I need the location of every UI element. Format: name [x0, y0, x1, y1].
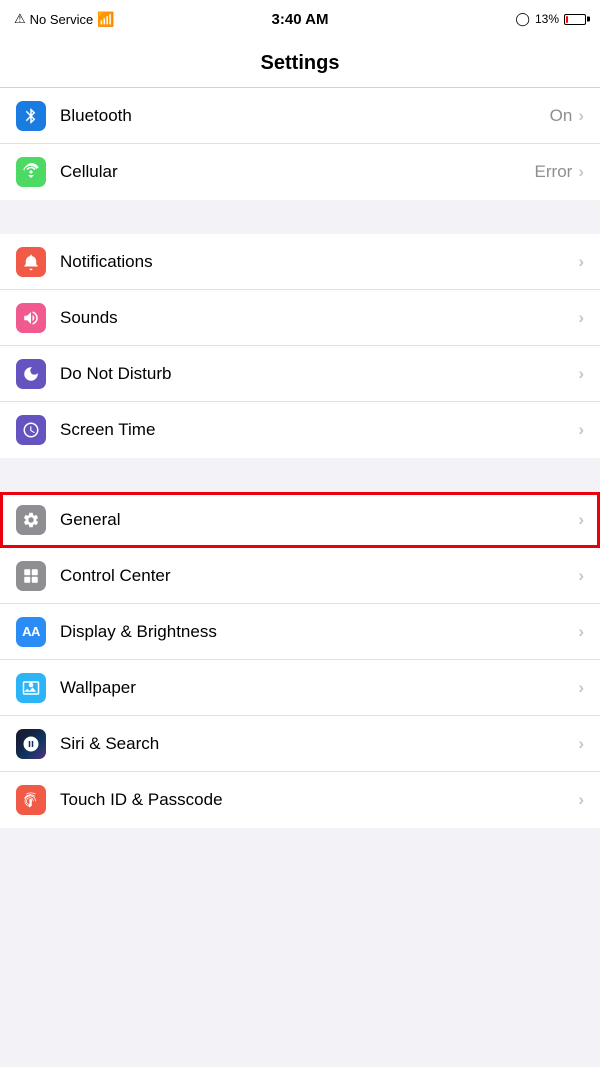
siri-label: Siri & Search [60, 734, 578, 754]
bluetooth-icon [22, 107, 40, 125]
cellular-value: Error [535, 162, 573, 182]
location-icon: ◯ [515, 11, 530, 27]
row-sounds[interactable]: Sounds › [0, 290, 600, 346]
sounds-label: Sounds [60, 308, 578, 328]
page-header: Settings [0, 38, 600, 88]
spacer-1 [0, 200, 600, 234]
bluetooth-chevron: › [578, 106, 584, 126]
dnd-chevron: › [578, 364, 584, 384]
wifi-icon: 📶 [97, 11, 114, 28]
section-connectivity: Bluetooth On › Cellular Error › [0, 88, 600, 200]
general-label: General [60, 510, 578, 530]
wallpaper-icon [22, 679, 40, 697]
notifications-icon [22, 253, 40, 271]
notifications-label: Notifications [60, 252, 578, 272]
wallpaper-label: Wallpaper [60, 678, 578, 698]
sounds-icon [22, 309, 40, 327]
row-cellular[interactable]: Cellular Error › [0, 144, 600, 200]
siri-icon-bg [16, 729, 46, 759]
section-system1: Notifications › Sounds › Do Not Disturb … [0, 234, 600, 458]
row-screentime[interactable]: Screen Time › [0, 402, 600, 458]
warning-icon: ⚠ [14, 11, 26, 27]
dnd-icon [22, 365, 40, 383]
bluetooth-icon-bg [16, 101, 46, 131]
section-system2: General › Control Center › AA Display & … [0, 492, 600, 828]
wallpaper-icon-bg [16, 673, 46, 703]
touchid-icon [22, 791, 40, 809]
row-siri[interactable]: Siri & Search › [0, 716, 600, 772]
sounds-icon-bg [16, 303, 46, 333]
general-icon [22, 511, 40, 529]
wallpaper-chevron: › [578, 678, 584, 698]
battery-percent: 13% [535, 12, 559, 26]
siri-icon [22, 735, 40, 753]
battery-fill [566, 16, 568, 23]
row-bluetooth[interactable]: Bluetooth On › [0, 88, 600, 144]
battery-icon-container [564, 14, 586, 25]
row-general[interactable]: General › [0, 492, 600, 548]
spacer-2 [0, 458, 600, 492]
dnd-icon-bg [16, 359, 46, 389]
cellular-chevron: › [578, 162, 584, 182]
control-icon [22, 567, 40, 585]
row-control[interactable]: Control Center › [0, 548, 600, 604]
row-dnd[interactable]: Do Not Disturb › [0, 346, 600, 402]
display-icon-bg: AA [16, 617, 46, 647]
cellular-icon-bg [16, 157, 46, 187]
status-right: ◯ 13% [515, 11, 586, 27]
no-service-label: No Service [30, 12, 94, 27]
page-title: Settings [261, 52, 340, 74]
status-time: 3:40 AM [272, 11, 329, 28]
status-left: ⚠ No Service 📶 [14, 11, 115, 28]
screentime-icon-bg [16, 415, 46, 445]
touchid-icon-bg [16, 785, 46, 815]
cellular-icon [22, 163, 40, 181]
battery-icon [564, 14, 586, 25]
touchid-label: Touch ID & Passcode [60, 790, 578, 810]
cellular-label: Cellular [60, 162, 535, 182]
control-icon-bg [16, 561, 46, 591]
control-chevron: › [578, 566, 584, 586]
general-icon-bg [16, 505, 46, 535]
touchid-chevron: › [578, 790, 584, 810]
screentime-chevron: › [578, 420, 584, 440]
row-wallpaper[interactable]: Wallpaper › [0, 660, 600, 716]
general-chevron: › [578, 510, 584, 530]
display-chevron: › [578, 622, 584, 642]
notifications-icon-bg [16, 247, 46, 277]
status-bar: ⚠ No Service 📶 3:40 AM ◯ 13% [0, 0, 600, 38]
siri-chevron: › [578, 734, 584, 754]
dnd-label: Do Not Disturb [60, 364, 578, 384]
screentime-icon [22, 421, 40, 439]
control-label: Control Center [60, 566, 578, 586]
display-icon: AA [22, 624, 40, 639]
row-display[interactable]: AA Display & Brightness › [0, 604, 600, 660]
bluetooth-label: Bluetooth [60, 106, 550, 126]
row-notifications[interactable]: Notifications › [0, 234, 600, 290]
notifications-chevron: › [578, 252, 584, 272]
screentime-label: Screen Time [60, 420, 578, 440]
bluetooth-value: On [550, 106, 573, 126]
sounds-chevron: › [578, 308, 584, 328]
row-touchid[interactable]: Touch ID & Passcode › [0, 772, 600, 828]
display-label: Display & Brightness [60, 622, 578, 642]
